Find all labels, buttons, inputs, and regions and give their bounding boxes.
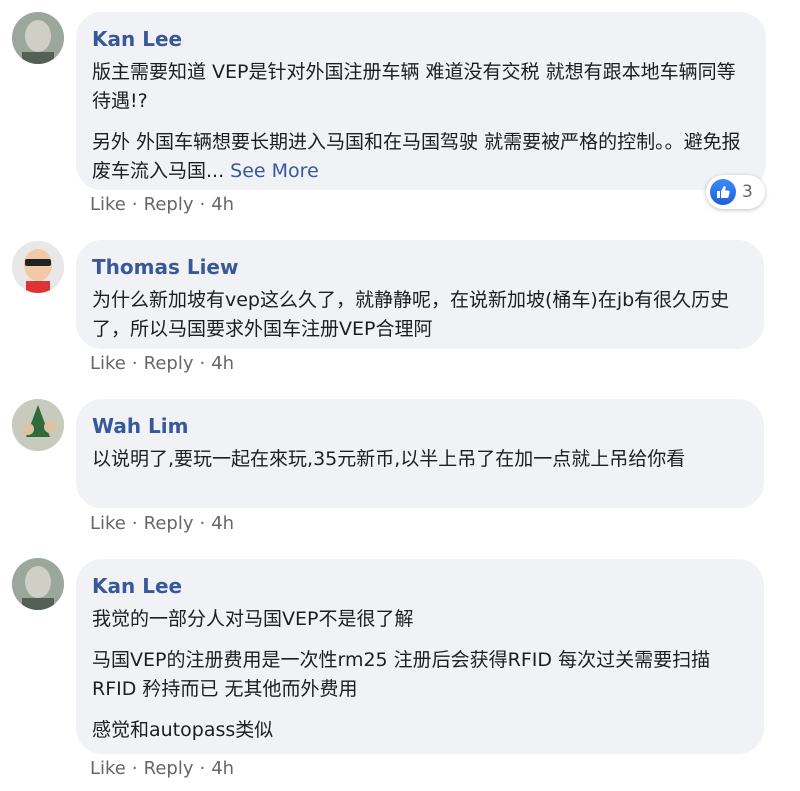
reply-link[interactable]: Reply [144, 758, 194, 779]
avatar[interactable] [12, 399, 64, 451]
reaction-summary[interactable]: 3 [706, 175, 765, 209]
comment-bubble: Kan Lee 我觉的一部分人对马国VEP不是很了解 马国VEP的注册费用是一次… [76, 559, 764, 754]
comment-bubble: Kan Lee 版主需要知道 VEP是针对外国注册车辆 难道没有交税 就想有跟本… [76, 12, 766, 190]
timestamp[interactable]: 4h [211, 353, 234, 374]
comment-text: 我觉的一部分人对马国VEP不是很了解 [92, 608, 414, 630]
reply-link[interactable]: Reply [144, 353, 194, 374]
separator: · [131, 353, 138, 374]
comment-actions: Like · Reply · 4h [90, 194, 234, 215]
comment-actions: Like · Reply · 4h [90, 758, 234, 779]
separator: · [199, 194, 206, 215]
see-more-link[interactable]: See More [230, 160, 319, 182]
comment-bubble: Thomas Liew 为什么新加坡有vep这么久了，就静静呢，在说新加坡(桶车… [76, 240, 764, 349]
reply-link[interactable]: Reply [144, 194, 194, 215]
separator: · [131, 194, 138, 215]
like-link[interactable]: Like [90, 194, 126, 215]
avatar[interactable] [12, 241, 64, 293]
comment-text: 为什么新加坡有vep这么久了，就静静呢，在说新加坡(桶车)在jb有很久历史了，所… [92, 289, 730, 340]
separator: · [131, 758, 138, 779]
comment-text: 感觉和autopass类似 [92, 719, 274, 741]
like-link[interactable]: Like [90, 513, 126, 534]
comment-author[interactable]: Kan Lee [92, 26, 748, 52]
comment-text: 以说明了,要玩一起在來玩,35元新币,以半上吊了在加一点就上吊给你看 [92, 448, 686, 470]
separator: · [199, 758, 206, 779]
avatar[interactable] [12, 12, 64, 64]
comment-text: 另外 外国车辆想要长期进入马国和在马国驾驶 就需要被严格的控制。。避免报废车流入… [92, 131, 741, 182]
comment-text: 马国VEP的注册费用是一次性rm25 注册后会获得RFID 每次过关需要扫描RF… [92, 649, 711, 700]
avatar[interactable] [12, 558, 64, 610]
reaction-count: 3 [742, 182, 753, 202]
like-link[interactable]: Like [90, 353, 126, 374]
timestamp[interactable]: 4h [211, 194, 234, 215]
comment-bubble: Wah Lim 以说明了,要玩一起在來玩,35元新币,以半上吊了在加一点就上吊给… [76, 399, 764, 508]
comment-author[interactable]: Thomas Liew [92, 254, 746, 280]
separator: · [199, 353, 206, 374]
separator: · [199, 513, 206, 534]
timestamp[interactable]: 4h [211, 758, 234, 779]
comment-author[interactable]: Wah Lim [92, 413, 746, 439]
comment-actions: Like · Reply · 4h [90, 513, 234, 534]
reply-link[interactable]: Reply [144, 513, 194, 534]
comment-actions: Like · Reply · 4h [90, 353, 234, 374]
timestamp[interactable]: 4h [211, 513, 234, 534]
comment-text: 版主需要知道 VEP是针对外国注册车辆 难道没有交税 就想有跟本地车辆同等待遇!… [92, 61, 736, 112]
thumbs-up-icon [710, 179, 736, 205]
comment-author[interactable]: Kan Lee [92, 573, 746, 599]
separator: · [131, 513, 138, 534]
like-link[interactable]: Like [90, 758, 126, 779]
